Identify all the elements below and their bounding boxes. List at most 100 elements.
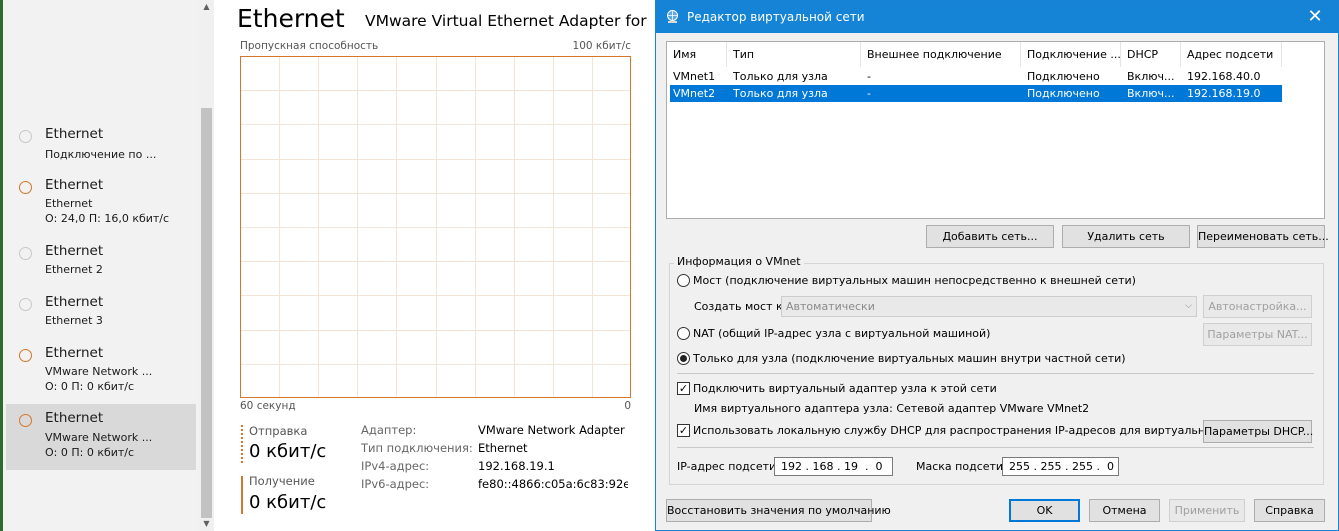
- nat-radio[interactable]: [677, 327, 690, 340]
- cancel-button[interactable]: Отмена: [1089, 499, 1160, 522]
- rename-network-button[interactable]: Переименовать сеть...: [1197, 225, 1329, 248]
- dialog-title: Редактор виртуальной сети: [687, 10, 865, 24]
- sidebar-scrollbar[interactable]: ▲ ▼: [199, 0, 214, 531]
- receive-indicator-bar: [241, 476, 243, 514]
- bridged-radio[interactable]: [677, 274, 690, 287]
- adapter-item-5[interactable]: Ethernet VMware Network ... О: 0 П: 0 кб…: [6, 339, 196, 401]
- adapter-name: Ethernet: [45, 410, 104, 426]
- adapter-description: Подключение по ...: [45, 148, 157, 161]
- prop-key-connection-type: Тип подключения:: [361, 441, 473, 455]
- host-only-radio[interactable]: [677, 352, 690, 365]
- prop-value-ipv6: fe80::4866:c05a:6c83:92ed...: [478, 477, 628, 491]
- prop-value-connection-type: Ethernet: [478, 441, 528, 455]
- use-dhcp-label[interactable]: Использовать локальную службу DHCP для р…: [693, 424, 1263, 437]
- cell-subnet: 192.168.40.0: [1187, 70, 1261, 83]
- adapter-throughput: О: 24,0 П: 16,0 кбит/с: [45, 212, 170, 225]
- scrollbar-thumb[interactable]: [201, 108, 212, 518]
- bridge-to-select[interactable]: Автоматически ⌵: [781, 296, 1197, 317]
- adapter-throughput: О: 0 П: 0 кбит/с: [45, 446, 135, 459]
- help-button[interactable]: Справка: [1254, 499, 1325, 522]
- status-ring-icon: [19, 247, 32, 260]
- group-divider: [677, 447, 1314, 448]
- cell-connection: Подключено: [1027, 70, 1100, 83]
- bridged-label[interactable]: Мост (подключение виртуальных машин непо…: [693, 274, 1136, 287]
- prop-value-ipv4: 192.168.19.1: [478, 459, 555, 473]
- adapter-item-6-selected[interactable]: Ethernet VMware Network ... О: 0 П: 0 кб…: [6, 404, 196, 470]
- status-ring-icon: [19, 130, 32, 143]
- cell-name: VMnet1: [673, 70, 716, 83]
- throughput-chart: [240, 56, 631, 398]
- chart-time-label: 60 секунд: [240, 400, 296, 412]
- adapter-sidebar: Ethernet Подключение по ... Ethernet Eth…: [3, 0, 199, 531]
- cell-subnet: 192.168.19.0: [1187, 87, 1261, 100]
- apply-button[interactable]: Применить: [1169, 499, 1245, 522]
- adapter-name: Ethernet: [45, 345, 104, 361]
- status-ring-icon: [19, 349, 32, 362]
- adapter-item-1[interactable]: Ethernet Подключение по ...: [6, 120, 196, 168]
- receive-label: Получение: [249, 474, 315, 488]
- column-header-type[interactable]: Тип: [727, 42, 861, 67]
- scroll-down-arrow-icon[interactable]: ▼: [199, 517, 214, 531]
- subnet-mask-label: Маска подсети:: [916, 460, 1007, 473]
- column-header-dhcp[interactable]: DHCP: [1121, 42, 1181, 67]
- prop-key-adapter: Адаптер:: [361, 423, 417, 437]
- status-ring-icon: [19, 298, 32, 311]
- adapter-name: Ethernet: [45, 294, 104, 310]
- table-row-selected[interactable]: VMnet2 Только для узла - Подключено Вклю…: [670, 85, 1282, 102]
- send-label: Отправка: [249, 424, 308, 438]
- add-network-button[interactable]: Добавить сеть...: [926, 225, 1054, 248]
- adapter-name: Ethernet: [45, 177, 104, 193]
- chart-min-label: 0: [624, 400, 631, 412]
- restore-defaults-button[interactable]: Восстановить значения по умолчанию: [666, 499, 891, 522]
- dhcp-settings-button[interactable]: Параметры DHCP...: [1203, 420, 1313, 443]
- page-title: Ethernet: [237, 4, 345, 33]
- auto-setup-button[interactable]: Автонастройка...: [1203, 295, 1312, 318]
- dialog-titlebar[interactable]: Редактор виртуальной сети ✕: [656, 1, 1338, 33]
- virtual-network-editor-dialog: Редактор виртуальной сети ✕ Имя Тип Внеш…: [655, 0, 1339, 531]
- host-adapter-name-label: Имя виртуального адаптера узла: Сетевой …: [694, 402, 1090, 415]
- adapter-description: Ethernet: [45, 197, 93, 210]
- cell-dhcp: Включ...: [1127, 70, 1175, 83]
- column-header-subnet[interactable]: Адрес подсети: [1181, 42, 1282, 67]
- adapter-description: Ethernet 3: [45, 314, 103, 327]
- chart-max-label: 100 кбит/с: [572, 40, 631, 52]
- column-header-name[interactable]: Имя: [667, 42, 727, 67]
- connect-host-adapter-checkbox[interactable]: ✓: [677, 382, 690, 395]
- use-dhcp-checkbox[interactable]: ✓: [677, 424, 690, 437]
- connect-host-adapter-label[interactable]: Подключить виртуальный адаптер узла к эт…: [693, 382, 997, 395]
- host-only-label[interactable]: Только для узла (подключение виртуальных…: [693, 352, 1126, 365]
- cell-type: Только для узла: [733, 70, 828, 83]
- close-icon[interactable]: ✕: [1292, 1, 1338, 33]
- adapter-description: VMware Network ...: [45, 431, 153, 444]
- cell-dhcp: Включ...: [1127, 87, 1175, 100]
- adapter-description: VMware Network ...: [45, 365, 153, 378]
- network-list[interactable]: Имя Тип Внешнее подключение Подключение …: [666, 41, 1325, 219]
- nat-label[interactable]: NAT (общий IP-адрес узла с виртуальной м…: [693, 327, 990, 340]
- group-divider: [677, 373, 1314, 374]
- adapter-name: Ethernet: [45, 243, 104, 259]
- ok-button[interactable]: OK: [1009, 499, 1080, 522]
- status-ring-icon: [19, 181, 32, 194]
- remove-network-button[interactable]: Удалить сеть: [1062, 225, 1190, 248]
- adapter-throughput: О: 0 П: 0 кбит/с: [45, 380, 135, 393]
- scroll-up-arrow-icon[interactable]: ▲: [199, 0, 214, 14]
- receive-value: 0 кбит/с: [249, 492, 327, 513]
- nat-settings-button[interactable]: Параметры NAT...: [1203, 323, 1312, 346]
- adapter-item-4[interactable]: Ethernet Ethernet 3: [6, 288, 196, 336]
- table-row[interactable]: VMnet1 Только для узла - Подключено Вклю…: [670, 68, 1282, 85]
- status-ring-icon: [19, 414, 32, 427]
- column-header-external[interactable]: Внешнее подключение: [861, 42, 1021, 67]
- bridge-to-label: Создать мост к:: [694, 300, 787, 313]
- cell-type: Только для узла: [733, 87, 828, 100]
- adapter-item-3[interactable]: Ethernet Ethernet 2: [6, 237, 196, 285]
- bridge-to-value: Автоматически: [786, 300, 875, 313]
- subnet-ip-label: IP-адрес подсети:: [677, 460, 780, 473]
- subnet-mask-field[interactable]: 255 . 255 . 255 . 0: [1002, 457, 1119, 476]
- network-globe-icon: [667, 10, 678, 23]
- subnet-ip-field[interactable]: 192 . 168 . 19 . 0: [774, 457, 893, 476]
- cell-external: -: [867, 87, 871, 100]
- prop-key-ipv6: IPv6-адрес:: [361, 477, 430, 491]
- adapter-description: Ethernet 2: [45, 263, 103, 276]
- adapter-item-2[interactable]: Ethernet Ethernet О: 24,0 П: 16,0 кбит/с: [6, 171, 196, 233]
- column-header-connection[interactable]: Подключение ...: [1021, 42, 1121, 67]
